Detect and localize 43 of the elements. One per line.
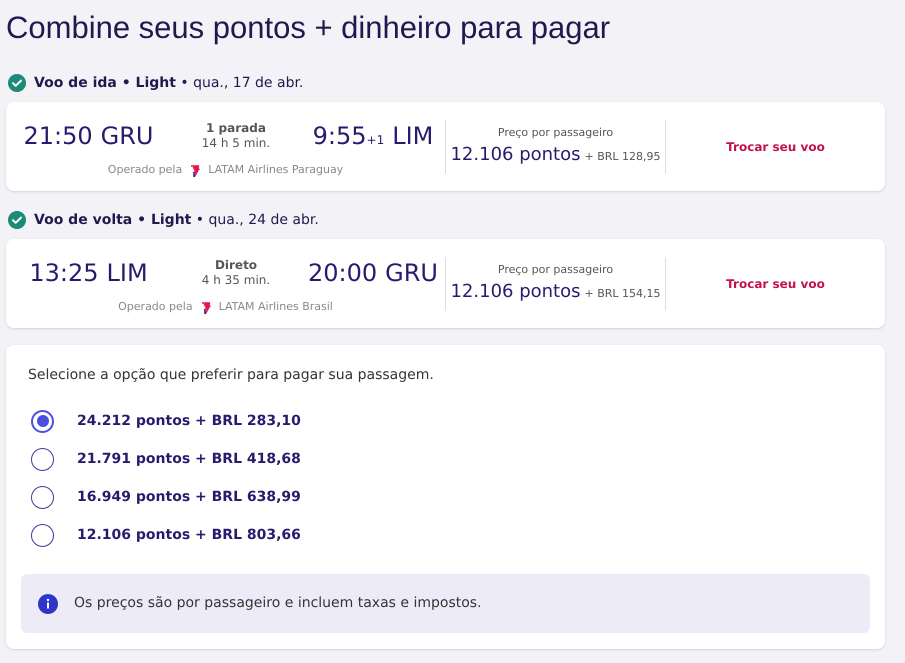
operated-by-label: Operado pela xyxy=(118,299,193,316)
airline-logo-icon xyxy=(190,164,200,178)
info-text: Os preços são por passageiro e incluem taxas e impostos. xyxy=(74,594,482,613)
check-circle-icon xyxy=(8,74,26,92)
radio-button[interactable] xyxy=(31,524,54,546)
duration-label: 14 h 5 min. xyxy=(202,136,270,152)
departure-time: 13:25 xyxy=(29,258,98,290)
operator-name: LATAM Airlines Paraguay xyxy=(208,162,344,178)
departure-airport: GRU xyxy=(100,121,154,152)
duration-label: 4 h 35 min. xyxy=(202,273,270,288)
payment-option[interactable]: 16.949 pontos + BRL 638,99 xyxy=(31,484,860,510)
operator-name: LATAM Airlines Brasil xyxy=(218,299,333,316)
stops-label: Direto xyxy=(214,258,258,274)
radio-button[interactable] xyxy=(31,486,54,508)
day-offset: +1 xyxy=(366,133,384,148)
flight-heading: Voo de ida • Light • qua., 17 de abr. xyxy=(34,74,304,92)
page-title: Combine seus pontos + dinheiro para pagar xyxy=(6,9,612,47)
check-circle-icon xyxy=(8,211,26,229)
arrival-time: 9:55+1 xyxy=(312,121,384,152)
payment-option[interactable]: 21.791 pontos + BRL 418,68 xyxy=(31,446,860,472)
change-flight-link[interactable]: Trocar seu voo xyxy=(726,274,825,292)
points-price: 12.106 pontos xyxy=(450,143,580,168)
radio-button[interactable] xyxy=(31,448,54,470)
arrival-airport: GRU xyxy=(385,258,438,290)
price-label: Preço por passageiro xyxy=(498,124,614,141)
price-label: Preço por passageiro xyxy=(498,262,614,278)
flight-heading: Voo de volta • Light • qua., 24 de abr. xyxy=(34,210,319,230)
points-price: 12.106 pontos xyxy=(450,280,580,304)
change-flight-link[interactable]: Trocar seu voo xyxy=(726,138,825,156)
departure-airport: LIM xyxy=(106,258,148,290)
radio-button[interactable] xyxy=(31,410,54,432)
cash-price: + BRL 128,95 xyxy=(584,149,661,166)
departure-time: 21:50 xyxy=(23,121,93,152)
payment-option[interactable]: 24.212 pontos + BRL 283,10 xyxy=(31,408,860,434)
stops-label: 1 parada xyxy=(206,121,266,136)
payment-option[interactable]: 12.106 pontos + BRL 803,66 xyxy=(31,522,860,548)
info-icon xyxy=(38,594,58,614)
airline-logo-icon xyxy=(200,300,211,314)
arrival-time: 20:00 xyxy=(308,258,378,290)
payment-prompt: Selecione a opção que preferir para pagar sua passagem. xyxy=(27,366,435,385)
cash-price: + BRL 154,15 xyxy=(584,286,661,302)
arrival-airport: LIM xyxy=(392,121,434,152)
operated-by-label: Operado pela xyxy=(108,162,182,178)
